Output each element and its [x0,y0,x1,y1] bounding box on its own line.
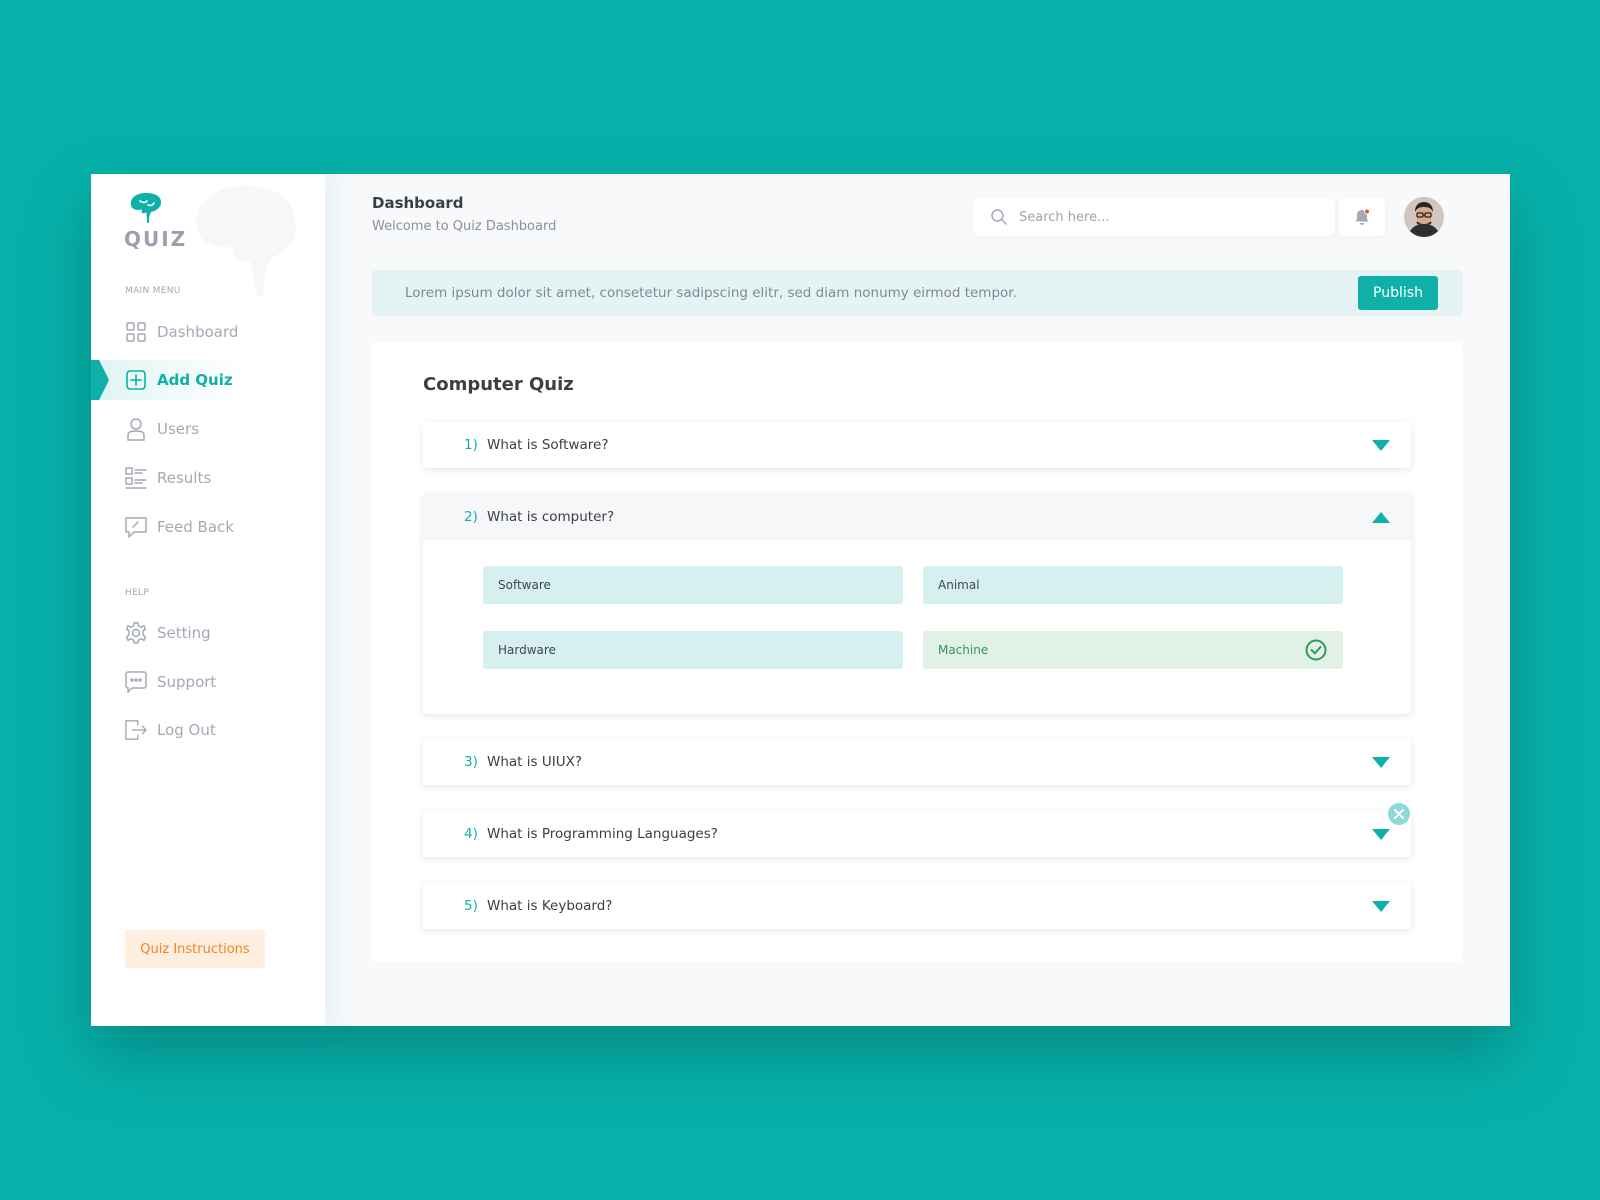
logout-icon [125,719,147,741]
grid-icon [125,321,147,343]
question-item-expanded: 2) What is computer? Software Animal Har… [423,494,1411,714]
brand-logo[interactable]: QUIZ [124,191,188,251]
plus-square-icon [125,369,147,391]
sidebar-item-setting[interactable]: Setting [91,613,325,653]
check-circle-icon [1305,639,1327,661]
close-icon [1394,809,1404,819]
question-number: 4) [464,826,478,842]
sidebar-item-add-quiz[interactable]: Add Quiz [91,360,325,400]
brain-watermark-icon [196,186,296,296]
caret-down-icon[interactable] [1372,439,1390,451]
question-number: 3) [464,754,478,770]
chat-icon [125,671,147,693]
answer-options: Software Animal Hardware Machine [423,540,1411,714]
question-number: 1) [464,437,478,453]
publish-button[interactable]: Publish [1358,276,1438,310]
question-header[interactable]: 1) What is Software? [423,422,1411,468]
sidebar-item-label: Dashboard [157,323,239,341]
help-heading: HELP [125,588,150,598]
sidebar-item-label: Feed Back [157,518,234,536]
sidebar-item-users[interactable]: Users [91,409,325,449]
main-content: Dashboard Welcome to Quiz Dashboard Sear… [325,174,1510,1026]
sidebar-item-logout[interactable]: Log Out [91,710,325,750]
publish-banner: Lorem ipsum dolor sit amet, consetetur s… [372,270,1463,316]
answer-label: Software [498,578,551,592]
question-text: What is Programming Languages? [487,826,718,842]
page-subtitle: Welcome to Quiz Dashboard [372,219,557,234]
sidebar-item-dashboard[interactable]: Dashboard [91,312,325,352]
sidebar: QUIZ MAIN MENU Dashboard Add Quiz Users [91,174,325,1026]
banner-text: Lorem ipsum dolor sit amet, consetetur s… [405,285,1017,301]
brand-name: QUIZ [124,227,188,251]
question-item: 3) What is UIUX? [423,739,1411,785]
caret-down-icon[interactable] [1372,756,1390,768]
question-header[interactable]: 3) What is UIUX? [423,739,1411,785]
sidebar-item-label: Setting [157,624,211,642]
answer-label: Animal [938,578,980,592]
question-text: What is UIUX? [487,754,582,770]
avatar[interactable] [1404,197,1444,237]
sidebar-item-label: Add Quiz [157,371,233,389]
answer-option[interactable]: Hardware [483,631,903,669]
main-menu-heading: MAIN MENU [125,286,181,296]
search-icon [991,209,1007,225]
feedback-icon [125,516,147,538]
quiz-instructions-button[interactable]: Quiz Instructions [125,930,265,968]
question-number: 5) [464,898,478,914]
sidebar-item-results[interactable]: Results [91,458,325,498]
page-title: Dashboard [372,194,464,212]
question-header[interactable]: 4) What is Programming Languages? [423,811,1411,857]
question-item: 1) What is Software? [423,422,1411,468]
quiz-title: Computer Quiz [423,374,574,395]
caret-down-icon[interactable] [1372,900,1390,912]
question-text: What is Keyboard? [487,898,613,914]
sidebar-item-support[interactable]: Support [91,662,325,702]
answer-option-correct[interactable]: Machine [923,631,1343,669]
sidebar-item-feedback[interactable]: Feed Back [91,507,325,547]
gear-icon [125,622,147,644]
brain-tree-icon [130,193,162,223]
caret-down-icon[interactable] [1372,828,1390,840]
answer-option[interactable]: Software [483,566,903,604]
sidebar-item-label: Support [157,673,217,691]
list-icon [125,467,147,489]
question-item: 4) What is Programming Languages? [423,811,1411,857]
search-bar[interactable] [973,198,1335,236]
quiz-card: Computer Quiz 1) What is Software? 2) Wh… [372,342,1463,962]
question-header[interactable]: 5) What is Keyboard? [423,883,1411,929]
notification-button[interactable] [1339,198,1385,236]
search-input[interactable] [1019,209,1309,225]
question-text: What is Software? [487,437,609,453]
question-number: 2) [464,509,478,525]
bell-icon [1355,208,1370,225]
sidebar-item-label: Log Out [157,721,216,739]
question-text: What is computer? [487,509,615,525]
answer-option[interactable]: Animal [923,566,1343,604]
user-icon [125,418,147,441]
answer-label: Hardware [498,643,556,657]
question-header[interactable]: 2) What is computer? [423,494,1411,540]
caret-up-icon[interactable] [1372,511,1390,523]
remove-question-button[interactable] [1388,803,1410,825]
question-item: 5) What is Keyboard? [423,883,1411,929]
answer-label: Machine [938,643,989,657]
sidebar-item-label: Results [157,469,212,487]
sidebar-item-label: Users [157,420,200,438]
app-window: QUIZ MAIN MENU Dashboard Add Quiz Users [91,174,1510,1026]
